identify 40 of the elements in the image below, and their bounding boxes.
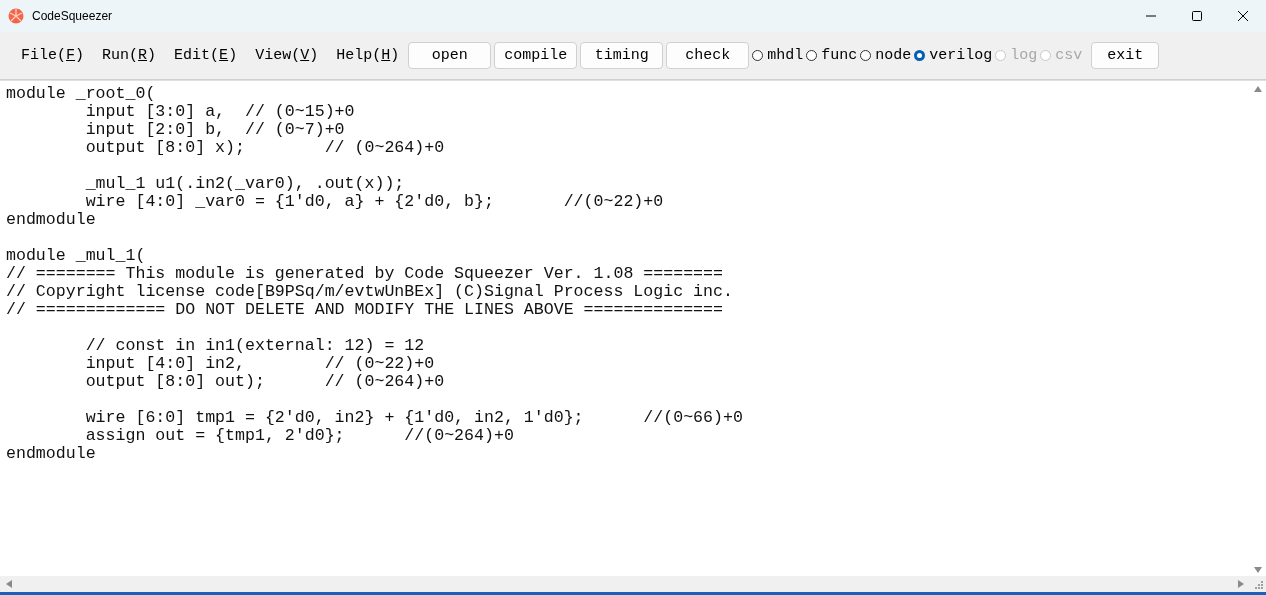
menu-item[interactable]: Run(R) <box>93 47 166 64</box>
app-logo-icon <box>8 8 24 24</box>
size-grip-icon[interactable] <box>1255 581 1263 589</box>
toolbar-button[interactable]: timing <box>580 42 664 69</box>
mode-radio[interactable]: node <box>860 47 912 64</box>
code-line: output [8:0] x); // (0~264)+0 <box>84 139 446 157</box>
code-line: // ============= DO NOT DELETE AND MODIFY THE LINES ABOVE ============== <box>6 301 724 319</box>
close-icon[interactable] <box>1238 11 1248 21</box>
code-line: module _root_0( <box>6 85 157 103</box>
code-line: // const in in1(external: 12) = 12 <box>84 337 426 355</box>
code-line: assign out = {tmp1, 2'd0}; //(0~264)+0 <box>84 427 515 445</box>
mode-radio[interactable]: func <box>806 47 858 64</box>
maximize-icon[interactable] <box>1192 11 1202 21</box>
code-line: input [2:0] b, // (0~7)+0 <box>84 121 346 139</box>
code-line: // ======== This module is generated by Code Squeezer Ver. 1.08 ======== <box>6 265 724 283</box>
toolbar-button[interactable]: check <box>666 42 750 69</box>
scroll-up-icon[interactable] <box>1254 84 1262 92</box>
code-line: module _mul_1( <box>6 247 147 265</box>
code-line: output [8:0] out); // (0~264)+0 <box>84 373 446 391</box>
toolbar-button[interactable]: compile <box>494 42 578 69</box>
scroll-left-icon[interactable] <box>4 580 12 588</box>
exit-button[interactable]: exit <box>1091 42 1160 69</box>
mode-radio[interactable]: verilog <box>914 47 993 64</box>
window-title: CodeSqueezer <box>32 9 114 23</box>
code-line: input [3:0] a, // (0~15)+0 <box>84 103 356 121</box>
scroll-right-icon[interactable] <box>1238 580 1246 588</box>
code-line: endmodule <box>6 445 97 463</box>
code-line: wire [4:0] _var0 = {1'd0, a} + {2'd0, b}; //(0~22)+0 <box>84 193 665 211</box>
menu-item[interactable]: Edit(E) <box>165 47 247 64</box>
menu-item[interactable]: Help(H) <box>327 47 409 64</box>
code-line: _mul_1 u1(.in2(_var0), .out(x)); <box>84 175 406 193</box>
toolbar-button[interactable]: open <box>408 42 492 69</box>
scroll-down-icon[interactable] <box>1254 565 1262 573</box>
code-line: input [4:0] in2, // (0~22)+0 <box>84 355 436 373</box>
code-line: wire [6:0] tmp1 = {2'd0, in2} + {1'd0, in2, 1'd0}; //(0~66)+0 <box>84 409 744 427</box>
code-line: endmodule <box>6 211 97 229</box>
menu-item[interactable]: File(F) <box>12 47 94 64</box>
menu-item[interactable]: View(V) <box>246 47 328 64</box>
mode-radio[interactable]: mhdl <box>752 47 804 64</box>
code-line: // Copyright license code[B9PSq/m/evtwUnBEx] (C)Signal Process Logic inc. <box>6 283 734 301</box>
